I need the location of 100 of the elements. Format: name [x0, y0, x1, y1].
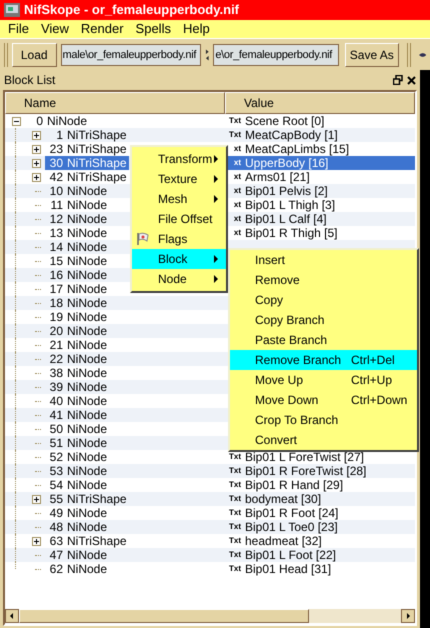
value-text: Bip01 R Foot [24]	[245, 506, 338, 520]
tree-item[interactable]: 23 NiTriShape	[45, 142, 129, 156]
menu-item[interactable]: Node	[132, 269, 226, 289]
path-field[interactable]: male\or_femaleupperbody.nif	[60, 44, 201, 66]
tree-item[interactable]: 51 NiNode	[45, 436, 110, 450]
expand-icon[interactable]	[32, 158, 40, 168]
type-tag: Txt	[227, 478, 241, 492]
value-text: Bip01 Head [31]	[245, 562, 332, 576]
scroll-right-icon[interactable]	[401, 609, 415, 623]
float-icon[interactable]	[393, 75, 403, 85]
tree-item[interactable]: 49 NiNode	[45, 506, 110, 520]
menu-item[interactable]: Copy Branch	[230, 310, 417, 330]
menu-item[interactable]: Block	[132, 249, 226, 269]
expand-icon[interactable]	[32, 494, 40, 504]
menu-item[interactable]: Remove Branch Ctrl+Del	[230, 350, 417, 370]
panel-title: Block List	[4, 72, 56, 89]
type-tag: xt	[227, 142, 241, 156]
menu-item[interactable]: Paste Branch	[230, 330, 417, 350]
menu-item[interactable]: File Offset	[132, 209, 226, 229]
tree-item[interactable]: 62 NiNode	[45, 562, 110, 576]
menu-item[interactable]: Flags	[132, 229, 226, 249]
tree-item[interactable]: 39 NiNode	[45, 380, 110, 394]
tree-item[interactable]: 13 NiNode	[45, 226, 110, 240]
path-field[interactable]: e\or_femaleupperbody.nif	[213, 44, 339, 66]
tree-item[interactable]: 18 NiNode	[45, 296, 110, 310]
tree-item[interactable]: 1 NiTriShape	[45, 128, 129, 142]
expand-icon[interactable]	[32, 130, 40, 140]
type-tag: Txt	[227, 114, 241, 128]
app-icon	[4, 3, 20, 17]
menu-item[interactable]: Mesh	[132, 189, 226, 209]
window-title: NifSkope - or_femaleupperbody.nif	[24, 1, 240, 20]
type-tag: xt	[227, 170, 241, 184]
tree-item[interactable]: 30 NiTriShape	[45, 156, 129, 170]
tree-item[interactable]: 14 NiNode	[45, 240, 110, 254]
tree-item[interactable]: 20 NiNode	[45, 324, 110, 338]
type-tag: xt	[227, 156, 241, 170]
tree-item[interactable]: 10 NiNode	[45, 184, 110, 198]
column-header[interactable]: Name	[5, 92, 225, 114]
tree-item[interactable]: 15 NiNode	[45, 254, 110, 268]
tree-item[interactable]: 42 NiTriShape	[45, 170, 129, 184]
load-button[interactable]: Load	[12, 42, 57, 66]
submenu-arrow-icon	[214, 255, 218, 263]
menu-item[interactable]: Crop To Branch	[230, 410, 417, 430]
menu-item[interactable]: View	[40, 19, 69, 39]
tree-item[interactable]: 12 NiNode	[45, 212, 110, 226]
tree-item[interactable]: 63 NiTriShape	[45, 534, 129, 548]
menu-item[interactable]: Render	[80, 19, 124, 39]
eye-icon[interactable]	[418, 50, 426, 58]
tree-item[interactable]: 19 NiNode	[45, 310, 110, 324]
scroll-left-icon[interactable]	[5, 609, 19, 623]
type-tag: Txt	[227, 534, 241, 548]
tree-item[interactable]: 16 NiNode	[45, 268, 110, 282]
tree-item[interactable]: 11 NiNode	[45, 198, 110, 212]
expand-icon[interactable]	[32, 144, 40, 154]
tree-item[interactable]: 17 NiNode	[45, 282, 110, 296]
menu-item[interactable]: Move Up Ctrl+Up	[230, 370, 417, 390]
type-tag: Txt	[227, 492, 241, 506]
type-tag: Txt	[227, 464, 241, 478]
type-tag: xt	[227, 226, 241, 240]
menu-item[interactable]: Move Down Ctrl+Down	[230, 390, 417, 410]
tree-item[interactable]: 21 NiNode	[45, 338, 110, 352]
tree-item[interactable]: 53 NiNode	[45, 464, 110, 478]
menu-item[interactable]: Help	[182, 19, 210, 39]
save-as-button[interactable]: Save As	[344, 42, 399, 66]
tree-item[interactable]: 55 NiTriShape	[45, 492, 129, 506]
tree-item[interactable]: 41 NiNode	[45, 408, 110, 422]
type-tag: Txt	[227, 128, 241, 142]
menu-item[interactable]: Spells	[136, 19, 171, 39]
tree-item[interactable]: 54 NiNode	[45, 478, 110, 492]
collapse-icon[interactable]	[12, 116, 20, 126]
menu-item[interactable]: File	[8, 19, 29, 39]
tree-item[interactable]: 52 NiNode	[45, 450, 110, 464]
value-text: Bip01 R ForeTwist [28]	[245, 464, 366, 478]
type-tag: Txt	[227, 506, 241, 520]
expand-icon[interactable]	[32, 536, 40, 546]
tree-item[interactable]: 48 NiNode	[45, 520, 110, 534]
tree-item[interactable]: 50 NiNode	[45, 422, 110, 436]
close-icon[interactable]	[407, 76, 416, 84]
menu-item[interactable]: Texture	[132, 169, 226, 189]
tree-item[interactable]: 22 NiNode	[45, 352, 110, 366]
menu-item[interactable]: Copy	[230, 290, 417, 310]
value-text: Bip01 R Thigh [5]	[245, 226, 338, 240]
value-text: UpperBody [16]	[245, 156, 328, 170]
menu-item[interactable]: Remove	[230, 270, 417, 290]
column-header[interactable]: Value	[225, 92, 415, 114]
value-text: Bip01 L Toe0 [23]	[245, 520, 338, 534]
tree-item[interactable]: 47 NiNode	[45, 548, 110, 562]
value-text: Bip01 Pelvis [2]	[245, 184, 328, 198]
menu-item[interactable]: Convert	[230, 430, 417, 450]
flag-icon	[136, 232, 150, 246]
expand-icon[interactable]	[32, 172, 40, 182]
value-text: Bip01 L Foot [22]	[245, 548, 336, 562]
menu-item[interactable]: Insert	[230, 250, 417, 270]
value-text: headmeat [32]	[245, 534, 322, 548]
type-tag: Txt	[227, 450, 241, 464]
scrollbar-thumb[interactable]	[19, 609, 309, 623]
tree-item[interactable]: 38 NiNode	[45, 366, 110, 380]
menu-item[interactable]: Transform	[132, 149, 226, 169]
tree-item[interactable]: 40 NiNode	[45, 394, 110, 408]
tree-item[interactable]: 0 NiNode	[25, 114, 90, 128]
